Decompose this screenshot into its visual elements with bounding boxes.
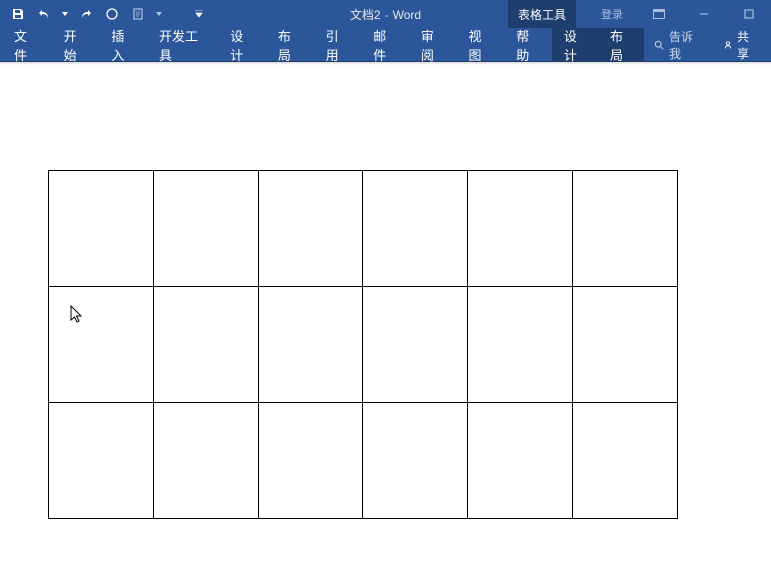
search-icon [654, 39, 664, 51]
table-cell[interactable] [258, 171, 363, 287]
contextual-tab-header: 表格工具 [508, 0, 576, 28]
ribbon-display-options-button[interactable] [636, 0, 681, 28]
quick-access-toolbar [0, 4, 204, 24]
app-name: Word [393, 8, 421, 22]
document-name: 文档2 [350, 8, 381, 22]
table-cell[interactable] [49, 287, 154, 403]
title-bar: 文档2-Word 表格工具 登录 [0, 0, 771, 28]
table-cell[interactable] [153, 287, 258, 403]
table-cell[interactable] [573, 287, 678, 403]
table-cell[interactable] [258, 403, 363, 519]
table-cell[interactable] [468, 287, 573, 403]
table-cell[interactable] [573, 171, 678, 287]
tab-table-layout[interactable]: 布局 [598, 28, 644, 61]
undo-dropdown[interactable] [60, 12, 70, 16]
tab-view[interactable]: 视图 [457, 28, 505, 61]
document-area[interactable] [0, 65, 771, 577]
circle-tool-button[interactable] [102, 4, 122, 24]
tab-home[interactable]: 开始 [52, 28, 100, 61]
page-tool-dropdown[interactable] [154, 12, 164, 16]
tab-file[interactable]: 文件 [0, 28, 52, 61]
title-right-controls: 登录 [588, 0, 771, 28]
page-tool-button[interactable] [128, 4, 148, 24]
tell-me-search[interactable]: 告诉我 [644, 28, 709, 61]
minimize-button[interactable] [681, 0, 726, 28]
table-cell[interactable] [363, 287, 468, 403]
tab-design[interactable]: 设计 [218, 28, 266, 61]
undo-button[interactable] [34, 4, 54, 24]
login-button[interactable]: 登录 [588, 0, 636, 28]
restore-button[interactable] [726, 0, 771, 28]
table-cell[interactable] [258, 287, 363, 403]
table-cell[interactable] [468, 171, 573, 287]
table-cell[interactable] [153, 171, 258, 287]
content-table[interactable] [48, 170, 678, 519]
window-title: 文档2-Word [350, 6, 421, 23]
table-cell[interactable] [49, 403, 154, 519]
table-row[interactable] [49, 287, 678, 403]
table-cell[interactable] [363, 171, 468, 287]
table-cell[interactable] [363, 403, 468, 519]
qat-customize-dropdown[interactable] [194, 10, 204, 18]
redo-button[interactable] [76, 4, 96, 24]
table-row[interactable] [49, 171, 678, 287]
table-tools-label: 表格工具 [508, 0, 576, 28]
tab-references[interactable]: 引用 [314, 28, 362, 61]
tab-help[interactable]: 帮助 [504, 28, 552, 61]
ribbon-tabs: 文件 开始 插入 开发工具 设计 布局 引用 邮件 审阅 视图 帮助 设计 布局… [0, 28, 771, 62]
share-label: 共享 [737, 28, 757, 62]
tab-developer[interactable]: 开发工具 [147, 28, 218, 61]
share-icon [723, 39, 733, 51]
tell-me-placeholder: 告诉我 [669, 28, 699, 62]
table-cell[interactable] [49, 171, 154, 287]
tab-review[interactable]: 审阅 [409, 28, 457, 61]
table-cell[interactable] [468, 403, 573, 519]
tab-table-design[interactable]: 设计 [552, 28, 598, 61]
share-button[interactable]: 共享 [709, 28, 771, 61]
tab-insert[interactable]: 插入 [99, 28, 147, 61]
save-button[interactable] [8, 4, 28, 24]
table-cell[interactable] [153, 403, 258, 519]
table-cell[interactable] [573, 403, 678, 519]
tab-layout[interactable]: 布局 [266, 28, 314, 61]
table-row[interactable] [49, 403, 678, 519]
tab-mailings[interactable]: 邮件 [361, 28, 409, 61]
